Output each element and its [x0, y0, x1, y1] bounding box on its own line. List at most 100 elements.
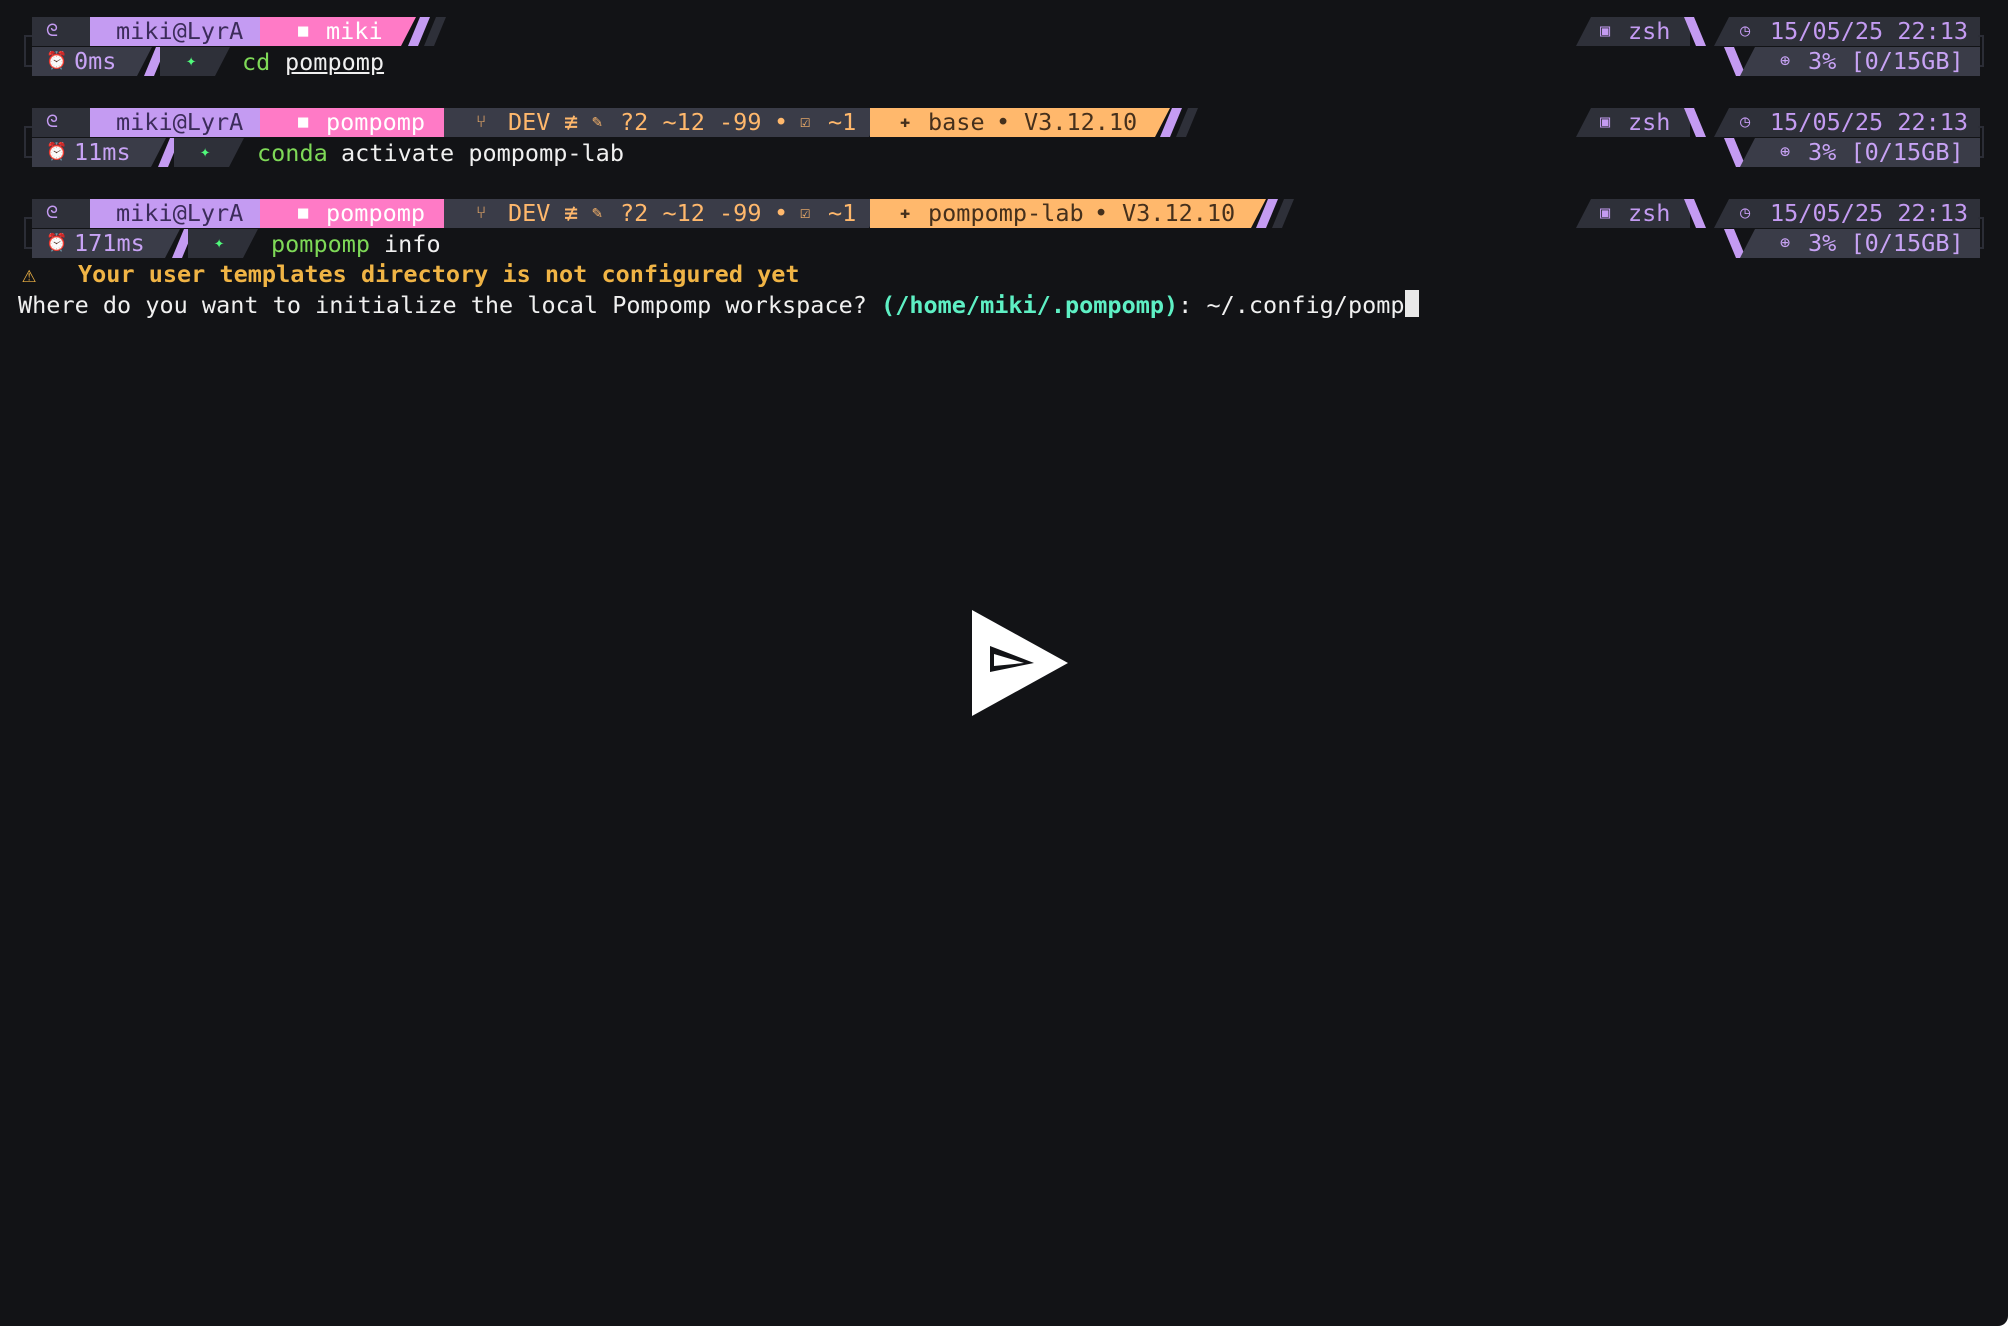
- memory-segment: ⊕ 3% [0/15GB]: [1740, 138, 1980, 167]
- prompt-line-2-top: ᘓ miki@LyrA ■ pompomp ⑂ DEV ≢ ✎ ?2 ~12 -…: [0, 108, 2008, 158]
- terminal-window[interactable]: ᘓ miki@LyrA ■ miki ▣ zsh ◷ 15/05/25 22:1…: [0, 0, 2008, 1326]
- command-args: activate pompomp-lab: [341, 139, 624, 167]
- memory-usage: 3% [0/15GB]: [1808, 47, 1964, 75]
- warning-message: Your user templates directory is not con…: [78, 260, 800, 288]
- memory-segment: ⊕ 3% [0/15GB]: [1740, 229, 1980, 258]
- dot-separator: •: [774, 108, 789, 136]
- question-text: Where do you want to initialize the loca…: [18, 291, 882, 319]
- prompt-line-1-bottom: ⏰ 0ms ✦ cd pompomp ⊕ 3% [0/15GB]: [0, 47, 2008, 77]
- prompt-line-2-bottom: ⏰ 11ms ✦ conda activate pompomp-lab ⊕ 3%…: [0, 138, 2008, 168]
- python-icon: ✚: [900, 112, 911, 132]
- default-path: (/home/miki/.pompomp): [881, 291, 1179, 319]
- directory-segment: ■ pompomp: [260, 108, 460, 137]
- debian-swirl-icon: ᘓ: [46, 112, 58, 132]
- memory-icon: ⊕: [1780, 51, 1791, 71]
- git-sync: ≢: [564, 199, 579, 227]
- shell-name: zsh: [1628, 17, 1671, 45]
- user-segment: miki@LyrA: [90, 199, 276, 228]
- python-env-segment: ✚ pompomp-lab • V3.12.10: [870, 199, 1266, 228]
- debian-swirl-icon: ᘓ: [46, 203, 58, 223]
- prompt-line-3-bottom: ⏰ 171ms ✦ pompomp info ⊕ 3% [0/15GB]: [0, 229, 2008, 259]
- shell-segment: ▣ zsh: [1576, 199, 1690, 228]
- git-branch: DEV: [508, 108, 551, 136]
- memory-icon: ⊕: [1780, 142, 1791, 162]
- memory-usage: 3% [0/15GB]: [1808, 138, 1964, 166]
- warning-line: ⚠ Your user templates directory is not c…: [0, 259, 2008, 289]
- python-icon: ✚: [900, 203, 911, 223]
- env-name: pompomp-lab: [928, 199, 1084, 227]
- prompt-line-1-top: ᘓ miki@LyrA ■ miki ▣ zsh ◷ 15/05/25 22:1…: [0, 17, 2008, 67]
- dot-separator: •: [774, 199, 789, 227]
- dot-separator: •: [1094, 199, 1109, 227]
- warning-icon: ⚠: [22, 260, 37, 288]
- command-args: info: [384, 230, 441, 258]
- terminal-icon: ▣: [1600, 203, 1611, 223]
- prompt-arrow-icon: ✦: [200, 142, 211, 162]
- prompt-arrow-icon: ✦: [214, 233, 225, 253]
- shell-name: zsh: [1628, 108, 1671, 136]
- git-segment: ⑂ DEV ≢ ✎ ?2 ~12 -99 • ☑ ~1: [444, 199, 884, 228]
- input-prompt-line[interactable]: Where do you want to initialize the loca…: [0, 290, 2008, 320]
- duration: 0ms: [74, 47, 117, 75]
- command-name: cd: [242, 48, 271, 76]
- command-name: pompomp: [271, 230, 371, 258]
- timer-icon: ⏰: [46, 142, 68, 162]
- folder-icon: ■: [298, 21, 309, 41]
- dot-separator: •: [996, 108, 1011, 136]
- shell-segment: ▣ zsh: [1576, 17, 1690, 46]
- git-branch-icon: ⑂: [476, 203, 487, 223]
- clock-icon: ◷: [1740, 21, 1751, 41]
- timer-icon: ⏰: [46, 51, 68, 71]
- env-version: V3.12.10: [1024, 108, 1138, 136]
- command-name: conda: [257, 139, 328, 167]
- datetime: 15/05/25 22:13: [1770, 199, 1969, 227]
- shell-segment: ▣ zsh: [1576, 108, 1690, 137]
- terminal-icon: ▣: [1600, 21, 1611, 41]
- text-cursor: [1404, 290, 1419, 317]
- datetime-segment: ◷ 15/05/25 22:13: [1714, 108, 1980, 137]
- prompt-arrow-icon: ✦: [186, 51, 197, 71]
- user-segment: miki@LyrA: [90, 17, 276, 46]
- terminal-icon: ▣: [1600, 112, 1611, 132]
- prompt-symbol-segment: ✦: [160, 47, 230, 76]
- check-icon: ☑: [800, 112, 811, 132]
- input-value[interactable]: ~/.config/pomp: [1206, 291, 1404, 319]
- play-icon[interactable]: [972, 610, 1068, 716]
- python-env-segment: ✚ base • V3.12.10: [870, 108, 1170, 137]
- memory-icon: ⊕: [1780, 233, 1791, 253]
- folder-icon: ■: [298, 112, 309, 132]
- folder-icon: ■: [298, 203, 309, 223]
- duration: 171ms: [74, 229, 145, 257]
- git-branch: DEV: [508, 199, 551, 227]
- user-host: miki@LyrA: [116, 199, 244, 227]
- datetime: 15/05/25 22:13: [1770, 108, 1969, 136]
- directory-name: pompomp: [326, 108, 426, 136]
- timer-icon: ⏰: [46, 233, 68, 253]
- datetime-segment: ◷ 15/05/25 22:13: [1714, 199, 1980, 228]
- git-status: ?2 ~12 -99: [620, 108, 762, 136]
- prompt-line-3-top: ᘓ miki@LyrA ■ pompomp ⑂ DEV ≢ ✎ ?2 ~12 -…: [0, 199, 2008, 249]
- duration-segment: ⏰ 171ms: [32, 229, 180, 258]
- directory-name: pompomp: [326, 199, 426, 227]
- edit-icon: ✎: [592, 203, 603, 223]
- git-staged: ~1: [828, 199, 857, 227]
- debian-swirl-icon: ᘓ: [46, 21, 58, 41]
- user-segment: miki@LyrA: [90, 108, 276, 137]
- separator: :: [1178, 291, 1207, 319]
- env-name: base: [928, 108, 985, 136]
- git-staged: ~1: [828, 108, 857, 136]
- command-args: pompomp: [285, 48, 385, 76]
- check-icon: ☑: [800, 203, 811, 223]
- prompt-symbol-segment: ✦: [188, 229, 258, 258]
- datetime-segment: ◷ 15/05/25 22:13: [1714, 17, 1980, 46]
- git-segment: ⑂ DEV ≢ ✎ ?2 ~12 -99 • ☑ ~1: [444, 108, 884, 137]
- git-status: ?2 ~12 -99: [620, 199, 762, 227]
- user-host: miki@LyrA: [116, 17, 244, 45]
- memory-usage: 3% [0/15GB]: [1808, 229, 1964, 257]
- edit-icon: ✎: [592, 112, 603, 132]
- duration-segment: ⏰ 11ms: [32, 138, 166, 167]
- shell-name: zsh: [1628, 199, 1671, 227]
- directory-segment: ■ miki: [260, 17, 416, 46]
- directory-segment: ■ pompomp: [260, 199, 460, 228]
- datetime: 15/05/25 22:13: [1770, 17, 1969, 45]
